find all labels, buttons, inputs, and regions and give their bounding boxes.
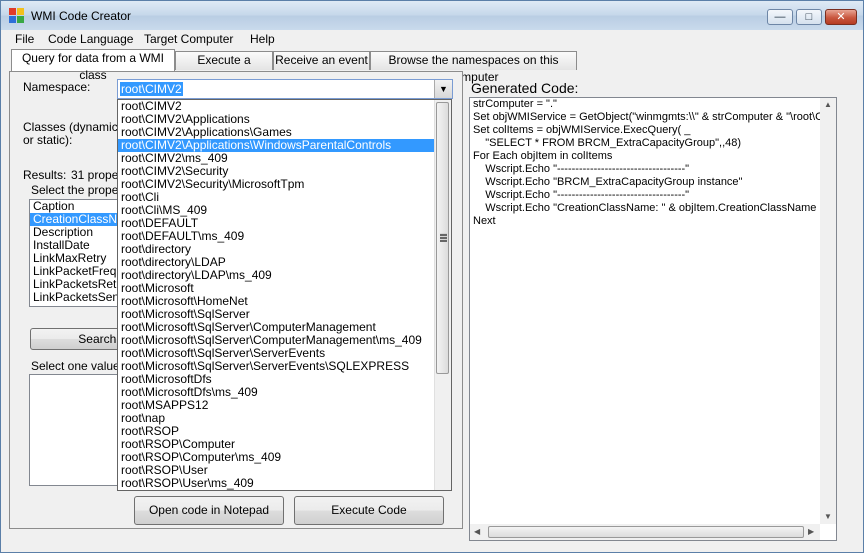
wmi-app-icon <box>9 8 25 24</box>
menu-bar: File Code Language Target Computer Help <box>1 30 863 48</box>
code-line: For Each objItem in colItems <box>473 150 613 162</box>
tab-browse-namespaces[interactable]: Browse the namespaces on this computer <box>370 51 577 84</box>
code-line: Set objWMIService = GetObject("winmgmts:… <box>473 111 837 123</box>
dropdown-item[interactable]: root\MSAPPS12 <box>118 399 436 412</box>
results-label: Results: <box>23 168 67 182</box>
scroll-down-icon[interactable]: ▼ <box>824 512 832 521</box>
horizontal-scrollbar-thumb[interactable] <box>488 526 804 538</box>
chevron-down-icon[interactable]: ▼ <box>434 80 452 98</box>
classes-label-line1: Classes (dynamic <box>23 120 118 134</box>
classes-label-line2: or static): <box>23 133 73 147</box>
code-line: "SELECT * FROM BRCM_ExtraCapacityGroup",… <box>473 137 742 149</box>
maximize-button[interactable]: □ <box>796 9 822 25</box>
code-line: Set colItems = objWMIService.ExecQuery( … <box>473 124 691 136</box>
code-line: Wscript.Echo "BRCM_ExtraCapacityGroup in… <box>473 176 743 188</box>
execute-code-button[interactable]: Execute Code <box>294 496 444 525</box>
tab-execute-method[interactable]: Execute a method <box>175 51 273 84</box>
scroll-left-icon[interactable]: ◀ <box>474 527 480 536</box>
menu-help[interactable]: Help <box>250 32 275 46</box>
scroll-right-icon[interactable]: ▶ <box>808 527 814 536</box>
code-vertical-scrollbar[interactable]: ▲ ▼ <box>820 98 836 524</box>
dropdown-item[interactable]: root\RSOP\User\ms_409 <box>118 477 436 490</box>
dropdown-scrollbar[interactable]: ▬ ▬ ▬ <box>434 100 451 490</box>
minimize-button[interactable]: — <box>767 9 793 25</box>
namespace-combobox[interactable]: root\CIMV2 ▼ <box>117 79 453 99</box>
code-lines: strComputer = "." Set objWMIService = Get… <box>470 98 836 228</box>
code-horizontal-scrollbar[interactable]: ◀ ▶ <box>470 524 820 540</box>
tab-strip: Query for data from a WMI class Execute … <box>1 49 863 84</box>
namespace-dropdown-list[interactable]: root\CIMV2 root\CIMV2\Applications root\CI… <box>117 99 452 491</box>
code-line: Wscript.Echo "--------------------------… <box>473 189 690 201</box>
code-line: Wscript.Echo "CreationClassName: " & obj… <box>473 202 817 214</box>
menu-file[interactable]: File <box>15 32 34 46</box>
dropdown-item[interactable]: root\CIMV2\Security\MicrosoftTpm <box>118 178 436 191</box>
app-window: WMI Code Creator — □ ✕ File Code Languag… <box>0 0 864 553</box>
scrollbar-thumb[interactable]: ▬ ▬ ▬ <box>436 102 449 374</box>
menu-code-language[interactable]: Code Language <box>48 32 133 46</box>
dropdown-items: root\CIMV2 root\CIMV2\Applications root\CI… <box>118 100 436 490</box>
generated-code-label: Generated Code: <box>471 80 579 96</box>
namespace-selected-value: root\CIMV2 <box>120 82 183 96</box>
window-title: WMI Code Creator <box>31 9 132 23</box>
close-button[interactable]: ✕ <box>825 9 857 25</box>
code-line: Wscript.Echo "--------------------------… <box>473 163 690 175</box>
menu-target-computer[interactable]: Target Computer <box>144 32 233 46</box>
title-bar[interactable]: WMI Code Creator — □ ✕ <box>1 1 863 31</box>
scroll-up-icon[interactable]: ▲ <box>824 100 832 109</box>
select-value-label: Select one value f <box>31 359 127 373</box>
select-properties-label: Select the properti <box>31 183 129 197</box>
code-line: strComputer = "." <box>473 98 557 110</box>
generated-code-textbox[interactable]: strComputer = "." Set objWMIService = Get… <box>469 97 837 541</box>
grip-icon: ▬ ▬ ▬ <box>440 231 447 244</box>
code-line: Next <box>473 215 496 227</box>
open-in-notepad-button[interactable]: Open code in Notepad <box>134 496 284 525</box>
tab-query-wmi-class[interactable]: Query for data from a WMI class <box>11 49 175 82</box>
results-count: 31 proper <box>71 168 123 182</box>
tab-receive-event[interactable]: Receive an event <box>273 51 370 70</box>
